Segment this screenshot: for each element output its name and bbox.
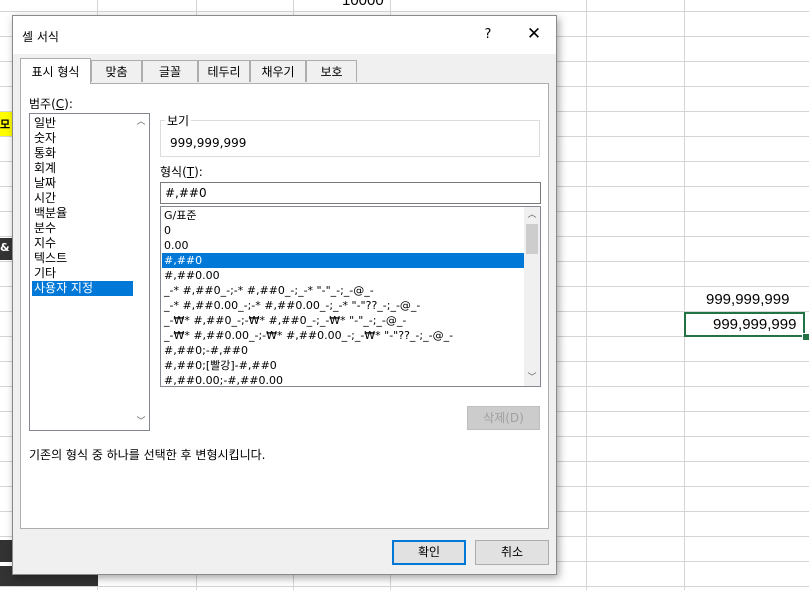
cell-value-1[interactable]: 999,999,999	[706, 291, 789, 308]
format-input[interactable]: #,##0	[160, 182, 541, 204]
help-button[interactable]: ?	[478, 25, 498, 45]
format-item[interactable]: #,##0;-#,##0	[162, 343, 525, 358]
category-item[interactable]: 통화	[32, 146, 135, 161]
cell-top-partial[interactable]: 10000	[342, 0, 384, 9]
preview-title: 보기	[165, 112, 192, 129]
category-item[interactable]: 일반	[32, 116, 135, 131]
format-item[interactable]: _-₩* #,##0.00_-;-₩* #,##0.00_-;_-₩* "-"?…	[162, 328, 525, 343]
scroll-up-icon[interactable]: ︿	[133, 114, 149, 130]
category-label: 범주(C):	[29, 97, 73, 111]
format-cells-dialog: 셀 서식 ? ✕ 표시 형식 맞춤 글꼴 테두리 채우기 보호 범주(C): 일…	[12, 15, 557, 575]
category-item-selected[interactable]: 사용자 지정	[32, 281, 135, 296]
format-scrollbar[interactable]: ︿ ﹀	[524, 207, 540, 386]
format-item[interactable]: _-* #,##0.00_-;-* #,##0.00_-;_-* "-"??_-…	[162, 298, 525, 313]
format-item[interactable]: G/표준	[162, 208, 525, 223]
category-item[interactable]: 시간	[32, 191, 135, 206]
format-item[interactable]: _-₩* #,##0_-;-₩* #,##0_-;_-₩* "-"_-;_-@_…	[162, 313, 525, 328]
scroll-thumb[interactable]	[526, 224, 538, 254]
ok-button[interactable]: 확인	[392, 540, 466, 565]
scroll-down-icon[interactable]: ﹀	[133, 414, 149, 430]
category-item[interactable]: 지수	[32, 236, 135, 251]
format-item[interactable]: _-* #,##0_-;-* #,##0_-;_-* "-"_-;_-@_-	[162, 283, 525, 298]
format-item[interactable]: #,##0.00	[162, 268, 525, 283]
delete-button[interactable]: 삭제(D)	[467, 406, 540, 430]
dialog-title: 셀 서식	[22, 30, 59, 44]
edge-char-2: &	[0, 241, 10, 254]
category-item[interactable]: 분수	[32, 221, 135, 236]
tab-border[interactable]: 테두리	[198, 60, 250, 82]
format-list[interactable]: G/표준 0 0.00 #,##0 #,##0.00 _-* #,##0_-;-…	[160, 206, 541, 387]
preview-value: 999,999,999	[170, 136, 247, 150]
format-item[interactable]: 0.00	[162, 238, 525, 253]
category-item[interactable]: 숫자	[32, 131, 135, 146]
format-item[interactable]: 0	[162, 223, 525, 238]
scroll-down-icon[interactable]: ﹀	[524, 370, 540, 386]
category-item[interactable]: 기타	[32, 266, 135, 281]
description-text: 기존의 형식 중 하나를 선택한 후 변형시킵니다.	[29, 448, 266, 462]
edge-char-1: 모	[0, 118, 11, 131]
fill-handle[interactable]	[802, 333, 809, 341]
cancel-button[interactable]: 취소	[475, 540, 549, 565]
category-item[interactable]: 백분율	[32, 206, 135, 221]
tab-font[interactable]: 글꼴	[142, 60, 198, 82]
format-label: 형식(T):	[160, 165, 203, 179]
dialog-title-bar[interactable]: 셀 서식 ? ✕	[13, 16, 556, 54]
scroll-up-icon[interactable]: ︿	[524, 207, 540, 223]
close-button[interactable]: ✕	[524, 24, 544, 44]
cell-value-2[interactable]: 999,999,999	[713, 316, 796, 333]
category-item[interactable]: 텍스트	[32, 251, 135, 266]
category-scrollbar[interactable]: ︿ ﹀	[133, 114, 149, 430]
format-item-selected[interactable]: #,##0	[162, 253, 525, 268]
category-item[interactable]: 날짜	[32, 176, 135, 191]
format-item[interactable]: #,##0.00;-#,##0.00	[162, 373, 525, 386]
tab-number[interactable]: 표시 형식	[20, 58, 91, 84]
tab-protection[interactable]: 보호	[306, 60, 357, 82]
category-item[interactable]: 회계	[32, 161, 135, 176]
tab-alignment[interactable]: 맞춤	[91, 60, 142, 82]
format-item[interactable]: #,##0;[빨강]-#,##0	[162, 358, 525, 373]
category-list[interactable]: 일반 숫자 통화 회계 날짜 시간 백분율 분수 지수 텍스트 기타 사용자 지…	[29, 113, 150, 431]
tab-fill[interactable]: 채우기	[250, 60, 306, 82]
